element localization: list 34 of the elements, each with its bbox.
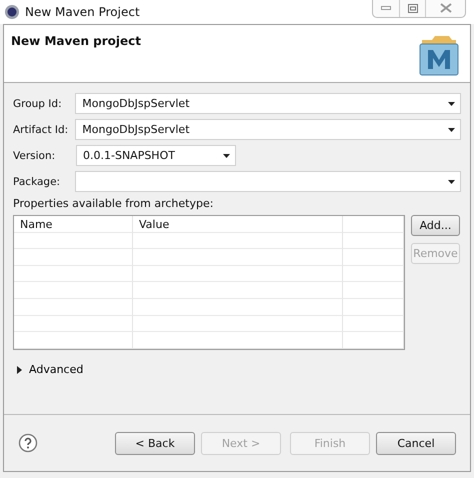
wizard-button[interactable]: < Back (115, 432, 195, 454)
section-label: Properties available from archetype: (13, 197, 214, 210)
combo-field[interactable]: 0.0.1-SNAPSHOT (76, 145, 236, 166)
field-label: Group Id: (13, 98, 63, 110)
minimize-icon (381, 6, 391, 10)
field-label: Package: (13, 176, 62, 188)
help-icon[interactable] (18, 433, 38, 453)
combo-field[interactable]: MongoDbJspServlet (75, 93, 461, 114)
properties-table[interactable]: Name Value (13, 215, 405, 350)
table-cell (343, 298, 404, 316)
field-label: Artifact Id: (13, 124, 70, 136)
maximize-icon (408, 4, 418, 12)
wizard-button[interactable]: Cancel (376, 432, 456, 454)
page-title: New Maven project (11, 34, 142, 50)
table-cell (343, 249, 404, 266)
table-cell (343, 266, 404, 282)
table-cell (343, 332, 404, 349)
combo-field[interactable] (75, 171, 461, 192)
column-header[interactable]: Name (14, 216, 133, 233)
window-title: New Maven Project (25, 5, 140, 19)
dropdown-caret-icon (448, 180, 455, 184)
dropdown-caret-icon (448, 128, 455, 132)
dropdown-caret-icon (448, 102, 455, 106)
side-button[interactable]: Add... (411, 215, 460, 236)
advanced-toggle[interactable]: Advanced (13, 363, 461, 376)
column-header[interactable]: Value (133, 216, 343, 233)
app-icon (4, 4, 20, 20)
combo-field[interactable]: MongoDbJspServlet (75, 119, 461, 140)
field-label: Version: (13, 150, 56, 162)
close-icon (440, 3, 452, 13)
table-cell (343, 316, 404, 332)
table-cell (343, 282, 404, 299)
dropdown-caret-icon (223, 154, 230, 158)
table-cell (343, 232, 404, 250)
